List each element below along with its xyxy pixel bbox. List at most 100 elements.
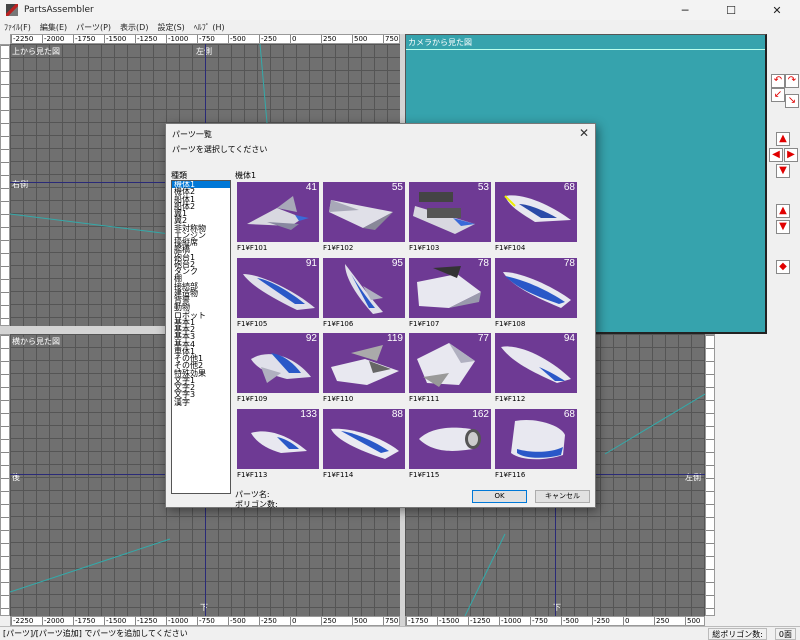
part-tile[interactable]: 95 F1¥F106 [323,257,405,333]
ruler-tick [1,387,9,388]
part-name: F1¥F116 [495,470,526,479]
ruler-tick-label: -2000 [42,35,73,43]
polygon-count-label: ポリゴン数: [235,500,278,509]
part-thumbnail[interactable]: 68 [495,408,577,469]
ruler-tick-label: -1250 [135,35,166,43]
part-thumbnail[interactable]: 78 [495,257,577,318]
part-thumbnail[interactable]: 41 [237,182,319,242]
part-tile[interactable]: 68 F1¥F116 [495,408,577,484]
part-tile[interactable]: 133 F1¥F113 [237,408,319,484]
side-view-horizontal-ruler: -2250 -2000 -1750 -1500 -1250 -1000 -750 -500 -2… [10,616,400,626]
part-tile[interactable]: 53 F1¥F103 [409,182,491,257]
ruler-tick [1,240,9,241]
ruler-tick [1,305,9,306]
zoom-in-icon[interactable]: ▲ [776,204,790,218]
ruler-tick-label: 750 [383,617,399,625]
move-left-icon[interactable]: ◀ [769,148,783,162]
menu-parts[interactable]: パーツ(P) [76,22,111,33]
rotate-down-left-icon[interactable]: ↙ [771,88,785,102]
menu-edit[interactable]: 編集(E) [40,22,67,33]
cancel-button[interactable]: キャンセル [535,490,590,503]
ruler-tick [1,279,9,280]
ruler-tick [1,556,9,557]
part-polygon-count: 53 [477,182,489,193]
part-tile[interactable]: 41 F1¥F101 [237,182,319,257]
ruler-tick [1,439,9,440]
ruler-tick [1,110,9,111]
side-view-vertical-ruler [0,334,10,616]
part-thumbnail[interactable]: 68 [495,182,577,242]
move-down-icon[interactable]: ▼ [776,164,790,178]
maximize-button[interactable]: ☐ [708,0,754,20]
ruler-tick-label: -750 [197,35,228,43]
kind-list-item[interactable]: 漢字 [172,398,230,406]
ruler-tick-label: -750 [530,617,561,625]
part-name: F1¥F108 [495,319,526,328]
kinds-listbox[interactable]: 機体1 機体2 船体1 船体2 翼1 翼2 非対称物 エンジン 操縦席 艦橋 砲台1 砲台2 タンク棚接… [171,180,231,494]
ok-button[interactable]: OK [472,490,527,503]
ruler-tick [1,595,9,596]
move-right-icon[interactable]: ▶ [784,148,798,162]
menu-file[interactable]: ﾌｧｲﾙ(F) [4,22,31,33]
category-label: 機体1 [235,171,257,180]
ruler-tick [1,530,9,531]
menu-view[interactable]: 表示(D) [120,22,148,33]
ruler-tick [1,335,9,336]
rotate-right-icon[interactable]: ↷ [785,74,799,88]
part-thumbnail[interactable]: 119 [323,333,405,393]
part-tile[interactable]: 68 F1¥F104 [495,182,577,257]
rotate-left-icon[interactable]: ↶ [771,74,785,88]
part-thumbnail[interactable]: 77 [409,333,491,393]
rotate-down-right-icon[interactable]: ↘ [785,94,799,108]
menu-settings[interactable]: 設定(S) [157,22,184,33]
part-thumbnail[interactable]: 162 [409,408,491,469]
menu-help[interactable]: ﾍﾙﾌﾟ (H) [194,22,225,33]
part-thumbnail[interactable]: 55 [323,182,405,242]
part-thumbnail[interactable]: 78 [409,257,491,318]
part-tile[interactable]: 162 F1¥F115 [409,408,491,484]
camera-view-horizon [406,49,765,50]
part-thumbnail[interactable]: 91 [237,257,319,318]
part-polygon-count: 94 [563,333,575,344]
dialog-close-icon[interactable]: ✕ [579,126,589,140]
ruler-tick [706,374,714,375]
part-thumbnail[interactable]: 95 [323,257,405,318]
part-tile[interactable]: 91 F1¥F105 [237,257,319,333]
menu-bar: ﾌｧｲﾙ(F) 編集(E) パーツ(P) 表示(D) 設定(S) ﾍﾙﾌﾟ (H… [0,20,800,34]
ruler-tick-label: -1000 [166,617,197,625]
part-tile[interactable]: 55 F1¥F102 [323,182,405,257]
ruler-tick [706,595,714,596]
zoom-out-icon[interactable]: ▼ [776,220,790,234]
part-thumbnail[interactable]: 92 [237,333,319,393]
view-tool-panel: ↶ ↷ ↙ ↘ ▲ ◀ ▶ ▼ ▲ ▼ ◆ [767,34,800,334]
part-name: F1¥F107 [409,319,440,328]
part-tile[interactable]: 119 F1¥F110 [323,333,405,408]
move-up-icon[interactable]: ▲ [776,132,790,146]
part-tile[interactable]: 94 F1¥F112 [495,333,577,408]
ruler-tick-label: -500 [561,617,592,625]
close-button[interactable]: ✕ [754,0,800,20]
ruler-tick [706,504,714,505]
part-name: F1¥F106 [323,319,354,328]
ruler-tick-label: -1000 [166,35,197,43]
part-polygon-count: 95 [391,257,403,269]
part-thumbnail[interactable]: 94 [495,333,577,393]
part-tile[interactable]: 78 F1¥F108 [495,257,577,333]
reset-view-icon[interactable]: ◆ [776,260,790,274]
ruler-tick [1,71,9,72]
part-thumbnail[interactable]: 133 [237,408,319,469]
part-thumbnail[interactable]: 53 [409,182,491,242]
part-tile[interactable]: 77 F1¥F111 [409,333,491,408]
top-view-label: 上から見た図 [12,47,60,56]
ruler-tick [706,439,714,440]
part-tile[interactable]: 78 F1¥F107 [409,257,491,333]
part-tile[interactable]: 92 F1¥F109 [237,333,319,408]
part-thumbnail[interactable]: 88 [323,408,405,469]
ruler-tick [1,517,9,518]
part-tile[interactable]: 88 F1¥F114 [323,408,405,484]
part-polygon-count: 162 [472,408,489,420]
minimize-button[interactable]: ─ [662,0,708,20]
ruler-tick [706,517,714,518]
ruler-tick-label: 500 [352,617,383,625]
ruler-tick [1,318,9,319]
